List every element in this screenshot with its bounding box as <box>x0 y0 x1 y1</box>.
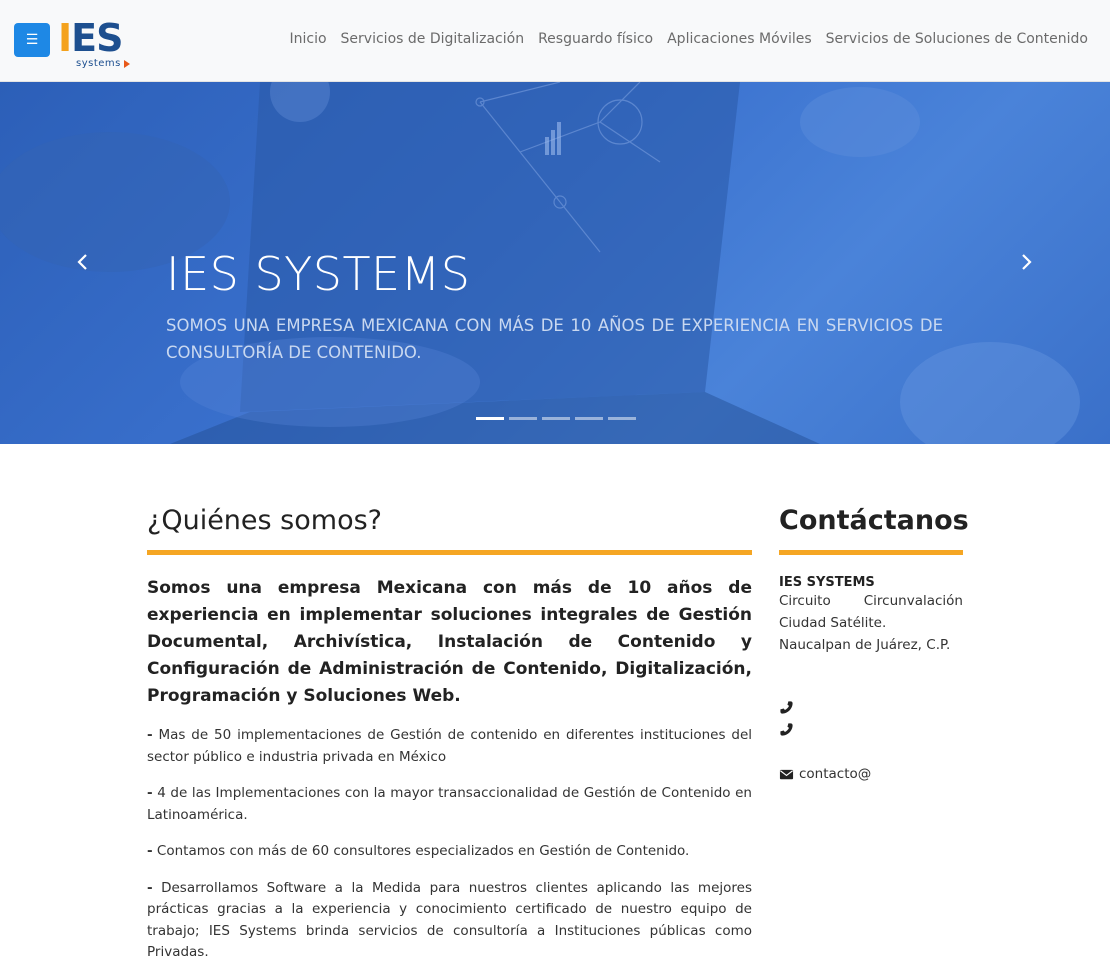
contact-phone-1[interactable] <box>779 696 963 718</box>
menu-icon[interactable]: ☰ <box>14 23 50 57</box>
contact-section: Contáctanos IES SYSTEMS Circuito Circunv… <box>779 500 969 782</box>
carousel-indicator[interactable] <box>509 417 537 420</box>
carousel-indicator[interactable] <box>476 417 504 420</box>
phone-icon <box>780 722 793 736</box>
about-bullet: - Contamos con más de 60 consultores esp… <box>147 843 690 859</box>
about-bullet: - Mas de 50 implementaciones de Gestión … <box>147 727 753 765</box>
about-bullet: - Desarrollamos Software a la Medida par… <box>147 879 752 961</box>
about-divider <box>147 550 752 555</box>
nav-link-resguardo[interactable]: Resguardo físico <box>538 31 653 47</box>
bullet-mark: - <box>147 843 153 859</box>
chevron-left-icon <box>77 254 87 270</box>
carousel-indicator[interactable] <box>542 417 570 420</box>
carousel-next-button[interactable] <box>1011 250 1041 278</box>
nav-link-soluciones[interactable]: Servicios de Soluciones de Contenido <box>826 31 1088 47</box>
carousel-indicator[interactable] <box>575 417 603 420</box>
logo-wordmark: IES <box>58 16 123 60</box>
logo-subtitle: systems <box>76 58 121 69</box>
contact-email-text: contacto@ <box>799 766 872 782</box>
nav-link-aplicaciones[interactable]: Aplicaciones Móviles <box>667 31 812 47</box>
contact-email[interactable]: contacto@ <box>779 766 963 782</box>
carousel-indicators <box>476 417 636 420</box>
navbar: ☰ IES systems Inicio Servicios de Digita… <box>0 0 1110 82</box>
contact-phone-2[interactable] <box>779 718 963 740</box>
carousel-indicator[interactable] <box>608 417 636 420</box>
hero-carousel: IES SYSTEMS SOMOS UNA EMPRESA MEXICANA C… <box>0 82 1110 444</box>
about-title: ¿Quiénes somos? <box>147 505 382 536</box>
contact-address-line3: Naucalpan de Juárez, C.P. <box>779 637 951 653</box>
bullet-mark: - <box>147 785 153 801</box>
logo[interactable]: IES systems <box>58 16 138 72</box>
hero-title: IES SYSTEMS <box>166 247 471 301</box>
logo-arrow-icon <box>124 60 130 68</box>
contact-divider <box>779 550 963 555</box>
contact-title: Contáctanos <box>779 505 969 536</box>
hero-subtitle: SOMOS UNA EMPRESA MEXICANA CON MÁS DE 10… <box>166 316 943 362</box>
about-section: ¿Quiénes somos? Somos una empresa Mexica… <box>147 500 752 964</box>
nav-link-digitalizacion[interactable]: Servicios de Digitalización <box>341 31 525 47</box>
nav-links: Inicio Servicios de Digitalización Resgu… <box>290 31 1089 47</box>
about-lead: Somos una empresa Mexicana con más de 10… <box>147 578 752 706</box>
contact-company: IES SYSTEMS <box>779 575 875 590</box>
contact-address-line2: Ciudad Satélite. <box>779 615 887 631</box>
chevron-right-icon <box>1022 254 1032 270</box>
envelope-icon <box>779 769 794 779</box>
nav-link-inicio[interactable]: Inicio <box>290 31 327 47</box>
contact-address-line1: Circuito Circunvalación <box>779 593 963 609</box>
phone-icon <box>780 700 793 714</box>
about-bullet: - 4 de las Implementaciones con la mayor… <box>147 785 752 823</box>
bullet-mark: - <box>147 727 153 743</box>
bullet-mark: - <box>147 879 153 896</box>
carousel-prev-button[interactable] <box>68 250 98 278</box>
